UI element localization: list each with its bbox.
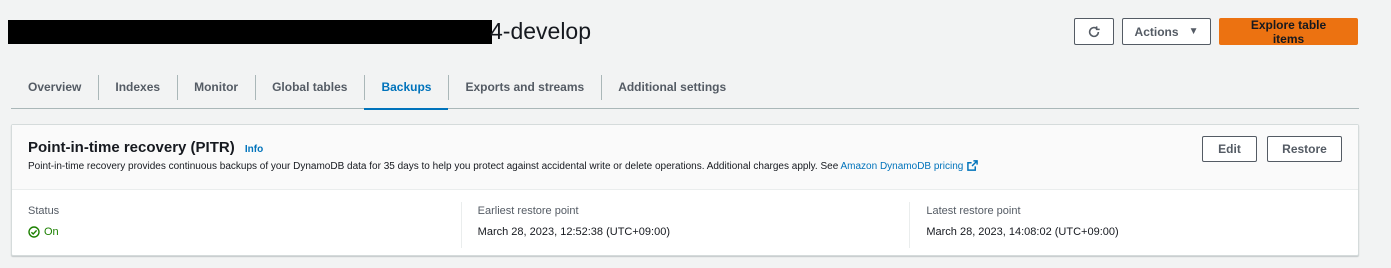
tab-overview[interactable]: Overview	[11, 66, 98, 109]
status-value-text: On	[44, 226, 59, 238]
external-link-icon	[967, 160, 979, 171]
explore-table-items-button[interactable]: Explore table items	[1219, 18, 1358, 46]
edit-button[interactable]: Edit	[1202, 136, 1257, 162]
earliest-restore-value: March 28, 2023, 12:52:38 (UTC+09:00)	[477, 226, 670, 238]
dynamodb-pricing-link[interactable]: Amazon DynamoDB pricing	[840, 160, 979, 172]
tab-backups[interactable]: Backups	[364, 66, 449, 110]
redacted-title-block	[8, 20, 492, 44]
pitr-details: Status On Earliest restore point March 2…	[12, 191, 1358, 255]
earliest-restore-column: Earliest restore point March 28, 2023, 1…	[460, 202, 910, 248]
caret-down-icon: ▼	[1188, 26, 1199, 37]
info-link[interactable]: Info	[245, 144, 263, 155]
latest-restore-value: March 28, 2023, 14:08:02 (UTC+09:00)	[926, 226, 1119, 238]
tab-additional-settings[interactable]: Additional settings	[601, 66, 743, 109]
actions-dropdown-button[interactable]: Actions ▼	[1122, 18, 1211, 45]
pitr-panel: Point-in-time recovery (PITR) Info Point…	[11, 124, 1359, 256]
latest-restore-label: Latest restore point	[926, 205, 1021, 217]
pitr-title: Point-in-time recovery (PITR) Info	[28, 139, 263, 156]
header-actions: Actions ▼ Explore table items	[1074, 18, 1358, 46]
pricing-link-text: Amazon DynamoDB pricing	[840, 161, 964, 172]
page-header: 4-develop Actions ▼ Explore table items	[0, 0, 1391, 64]
refresh-icon	[1088, 25, 1100, 37]
earliest-restore-label: Earliest restore point	[477, 205, 579, 217]
tab-exports-and-streams[interactable]: Exports and streams	[448, 66, 601, 109]
tab-global-tables[interactable]: Global tables	[255, 66, 364, 109]
tab-indexes[interactable]: Indexes	[98, 66, 177, 109]
pitr-panel-actions: Edit Restore	[1202, 136, 1342, 162]
pitr-description-text: Point-in-time recovery provides continuo…	[28, 161, 841, 172]
actions-label: Actions	[1134, 24, 1179, 39]
pitr-panel-header: Point-in-time recovery (PITR) Info Point…	[12, 125, 1358, 190]
status-column: Status On	[12, 191, 461, 255]
status-label: Status	[28, 205, 60, 217]
latest-restore-column: Latest restore point March 28, 2023, 14:…	[909, 202, 1358, 248]
pitr-description: Point-in-time recovery provides continuo…	[28, 160, 979, 172]
page-title: 4-develop	[490, 18, 592, 44]
status-value: On	[28, 225, 445, 239]
refresh-button[interactable]	[1074, 18, 1114, 45]
tab-monitor[interactable]: Monitor	[177, 66, 255, 109]
pitr-title-text: Point-in-time recovery (PITR)	[28, 139, 235, 156]
tab-bar: Overview Indexes Monitor Global tables B…	[11, 66, 1359, 110]
status-ok-icon	[28, 226, 40, 238]
restore-button[interactable]: Restore	[1267, 136, 1342, 162]
